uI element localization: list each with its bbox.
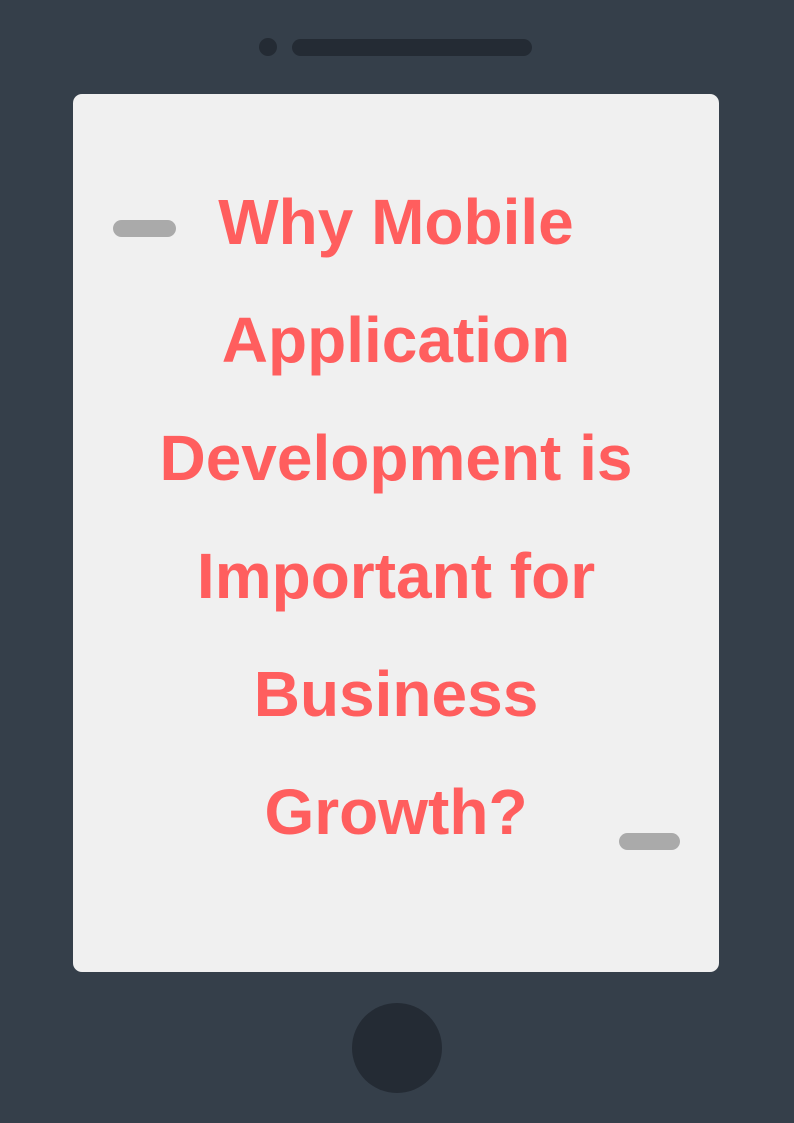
camera-icon <box>259 38 277 56</box>
headline: Why Mobile Application Development is Im… <box>73 163 719 871</box>
headline-line: Business <box>253 658 539 730</box>
headline-line: Important for <box>196 540 596 612</box>
headline-line: Development is <box>159 422 633 494</box>
speaker-grille <box>292 39 532 56</box>
headline-line: Why Mobile <box>218 186 574 258</box>
headline-line: Growth? <box>264 776 528 848</box>
home-button-icon <box>352 1003 442 1093</box>
headline-line: Application <box>221 304 571 376</box>
